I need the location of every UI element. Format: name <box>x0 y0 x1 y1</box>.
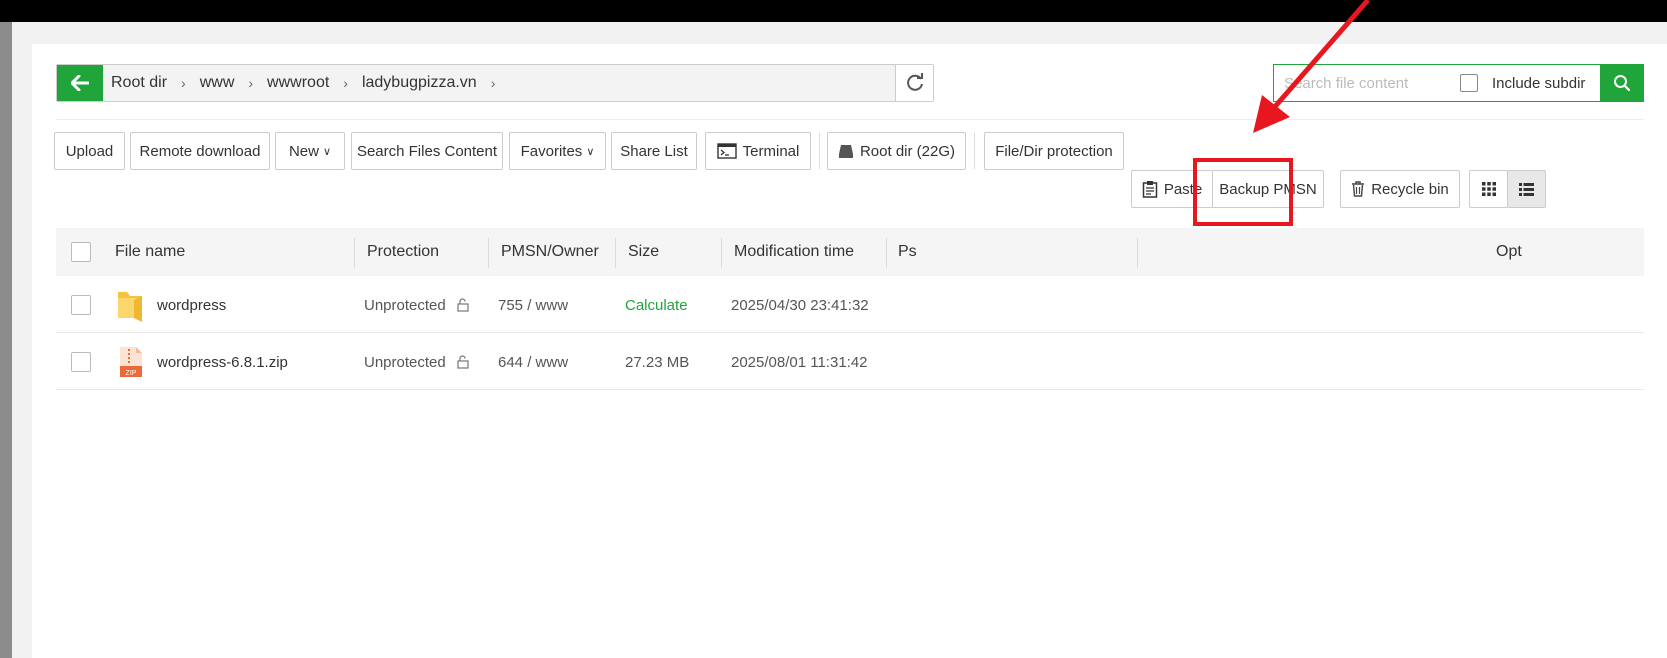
disk-icon <box>838 145 853 158</box>
folder-icon <box>118 292 142 322</box>
paste-highlight-box <box>1193 158 1293 226</box>
chevron-right-icon: › <box>490 75 496 91</box>
search-icon <box>1614 75 1631 92</box>
row-checkbox[interactable] <box>71 352 91 372</box>
upload-button[interactable]: Upload <box>54 132 125 170</box>
new-button[interactable]: New ∨ <box>275 132 345 170</box>
pmsn-owner[interactable]: 644 / www <box>498 334 568 390</box>
chevron-down-icon: ∨ <box>322 145 332 158</box>
file-name-link[interactable]: wordpress-6.8.1.zip <box>157 334 288 390</box>
svg-text:ZIP: ZIP <box>126 370 137 377</box>
table-row[interactable]: ZIP wordpress-6.8.1.zip Unprotected 644 … <box>56 334 1644 390</box>
column-opt: Opt <box>1496 243 1522 260</box>
select-all-checkbox[interactable] <box>71 242 91 262</box>
search-files-content-button[interactable]: Search Files Content <box>351 132 503 170</box>
column-file-name[interactable]: File name <box>115 228 185 276</box>
file-manager-panel: Root dir › www › wwwroot › ladybugpizza.vn ›… <box>32 44 1667 658</box>
remote-download-button[interactable]: Remote download <box>130 132 270 170</box>
clipboard-icon <box>1142 181 1158 198</box>
breadcrumb-item-www[interactable]: www › <box>200 74 267 92</box>
list-view-icon <box>1519 182 1534 196</box>
chevron-down-icon: ∨ <box>586 145 595 158</box>
include-subdir-checkbox[interactable]: Include subdir <box>1460 74 1585 92</box>
root-dir-button[interactable]: Root dir (22G) <box>827 132 966 170</box>
grid-view-icon <box>1481 182 1496 196</box>
column-pmsn-owner[interactable]: PMSN/Owner <box>501 228 599 276</box>
favorites-button[interactable]: Favorites ∨ <box>509 132 606 170</box>
column-protection[interactable]: Protection <box>367 228 439 276</box>
terminal-icon <box>716 143 737 159</box>
recycle-bin-button[interactable]: Recycle bin <box>1340 170 1460 208</box>
share-list-button[interactable]: Share List <box>611 132 697 170</box>
grid-view-button[interactable] <box>1469 170 1508 208</box>
search-button[interactable] <box>1600 64 1644 102</box>
column-size[interactable]: Size <box>628 228 659 276</box>
trash-icon <box>1352 181 1365 197</box>
unlock-icon[interactable] <box>456 298 470 312</box>
row-checkbox[interactable] <box>71 295 91 315</box>
breadcrumb-item-wwwroot[interactable]: wwwroot › <box>267 74 362 92</box>
table-row[interactable]: wordpress Unprotected 755 / www Calculat… <box>56 277 1644 333</box>
window-left-edge <box>0 22 12 658</box>
breadcrumb-item-site[interactable]: ladybugpizza.vn › <box>362 74 509 92</box>
column-modification-time[interactable]: Modification time <box>734 228 854 276</box>
chevron-right-icon: › <box>248 75 254 91</box>
breadcrumb: Root dir › www › wwwroot › ladybugpizza.vn › <box>56 64 934 102</box>
zip-file-icon: ZIP <box>120 347 142 377</box>
file-dir-protection-button[interactable]: File/Dir protection <box>984 132 1124 170</box>
file-table-header: File name Protection PMSN/Owner Size Mod… <box>56 228 1644 276</box>
search-input[interactable] <box>1274 66 1460 100</box>
chevron-right-icon: › <box>343 75 348 91</box>
calculate-size-link[interactable]: Calculate <box>625 277 688 333</box>
refresh-button[interactable] <box>895 65 933 101</box>
file-name-link[interactable]: wordpress <box>157 277 226 333</box>
unlock-icon[interactable] <box>456 355 470 369</box>
pmsn-owner[interactable]: 755 / www <box>498 277 568 333</box>
breadcrumb-item-root[interactable]: Root dir › <box>111 74 200 92</box>
terminal-button[interactable]: Terminal <box>705 132 811 170</box>
back-button[interactable] <box>57 65 103 101</box>
back-arrow-icon <box>71 75 89 91</box>
refresh-icon <box>906 73 923 91</box>
list-view-button[interactable] <box>1507 170 1546 208</box>
column-ps: Ps <box>898 243 917 260</box>
window-top-bar <box>0 0 1667 22</box>
search-box: Include subdir <box>1273 64 1644 102</box>
chevron-right-icon: › <box>181 75 186 91</box>
